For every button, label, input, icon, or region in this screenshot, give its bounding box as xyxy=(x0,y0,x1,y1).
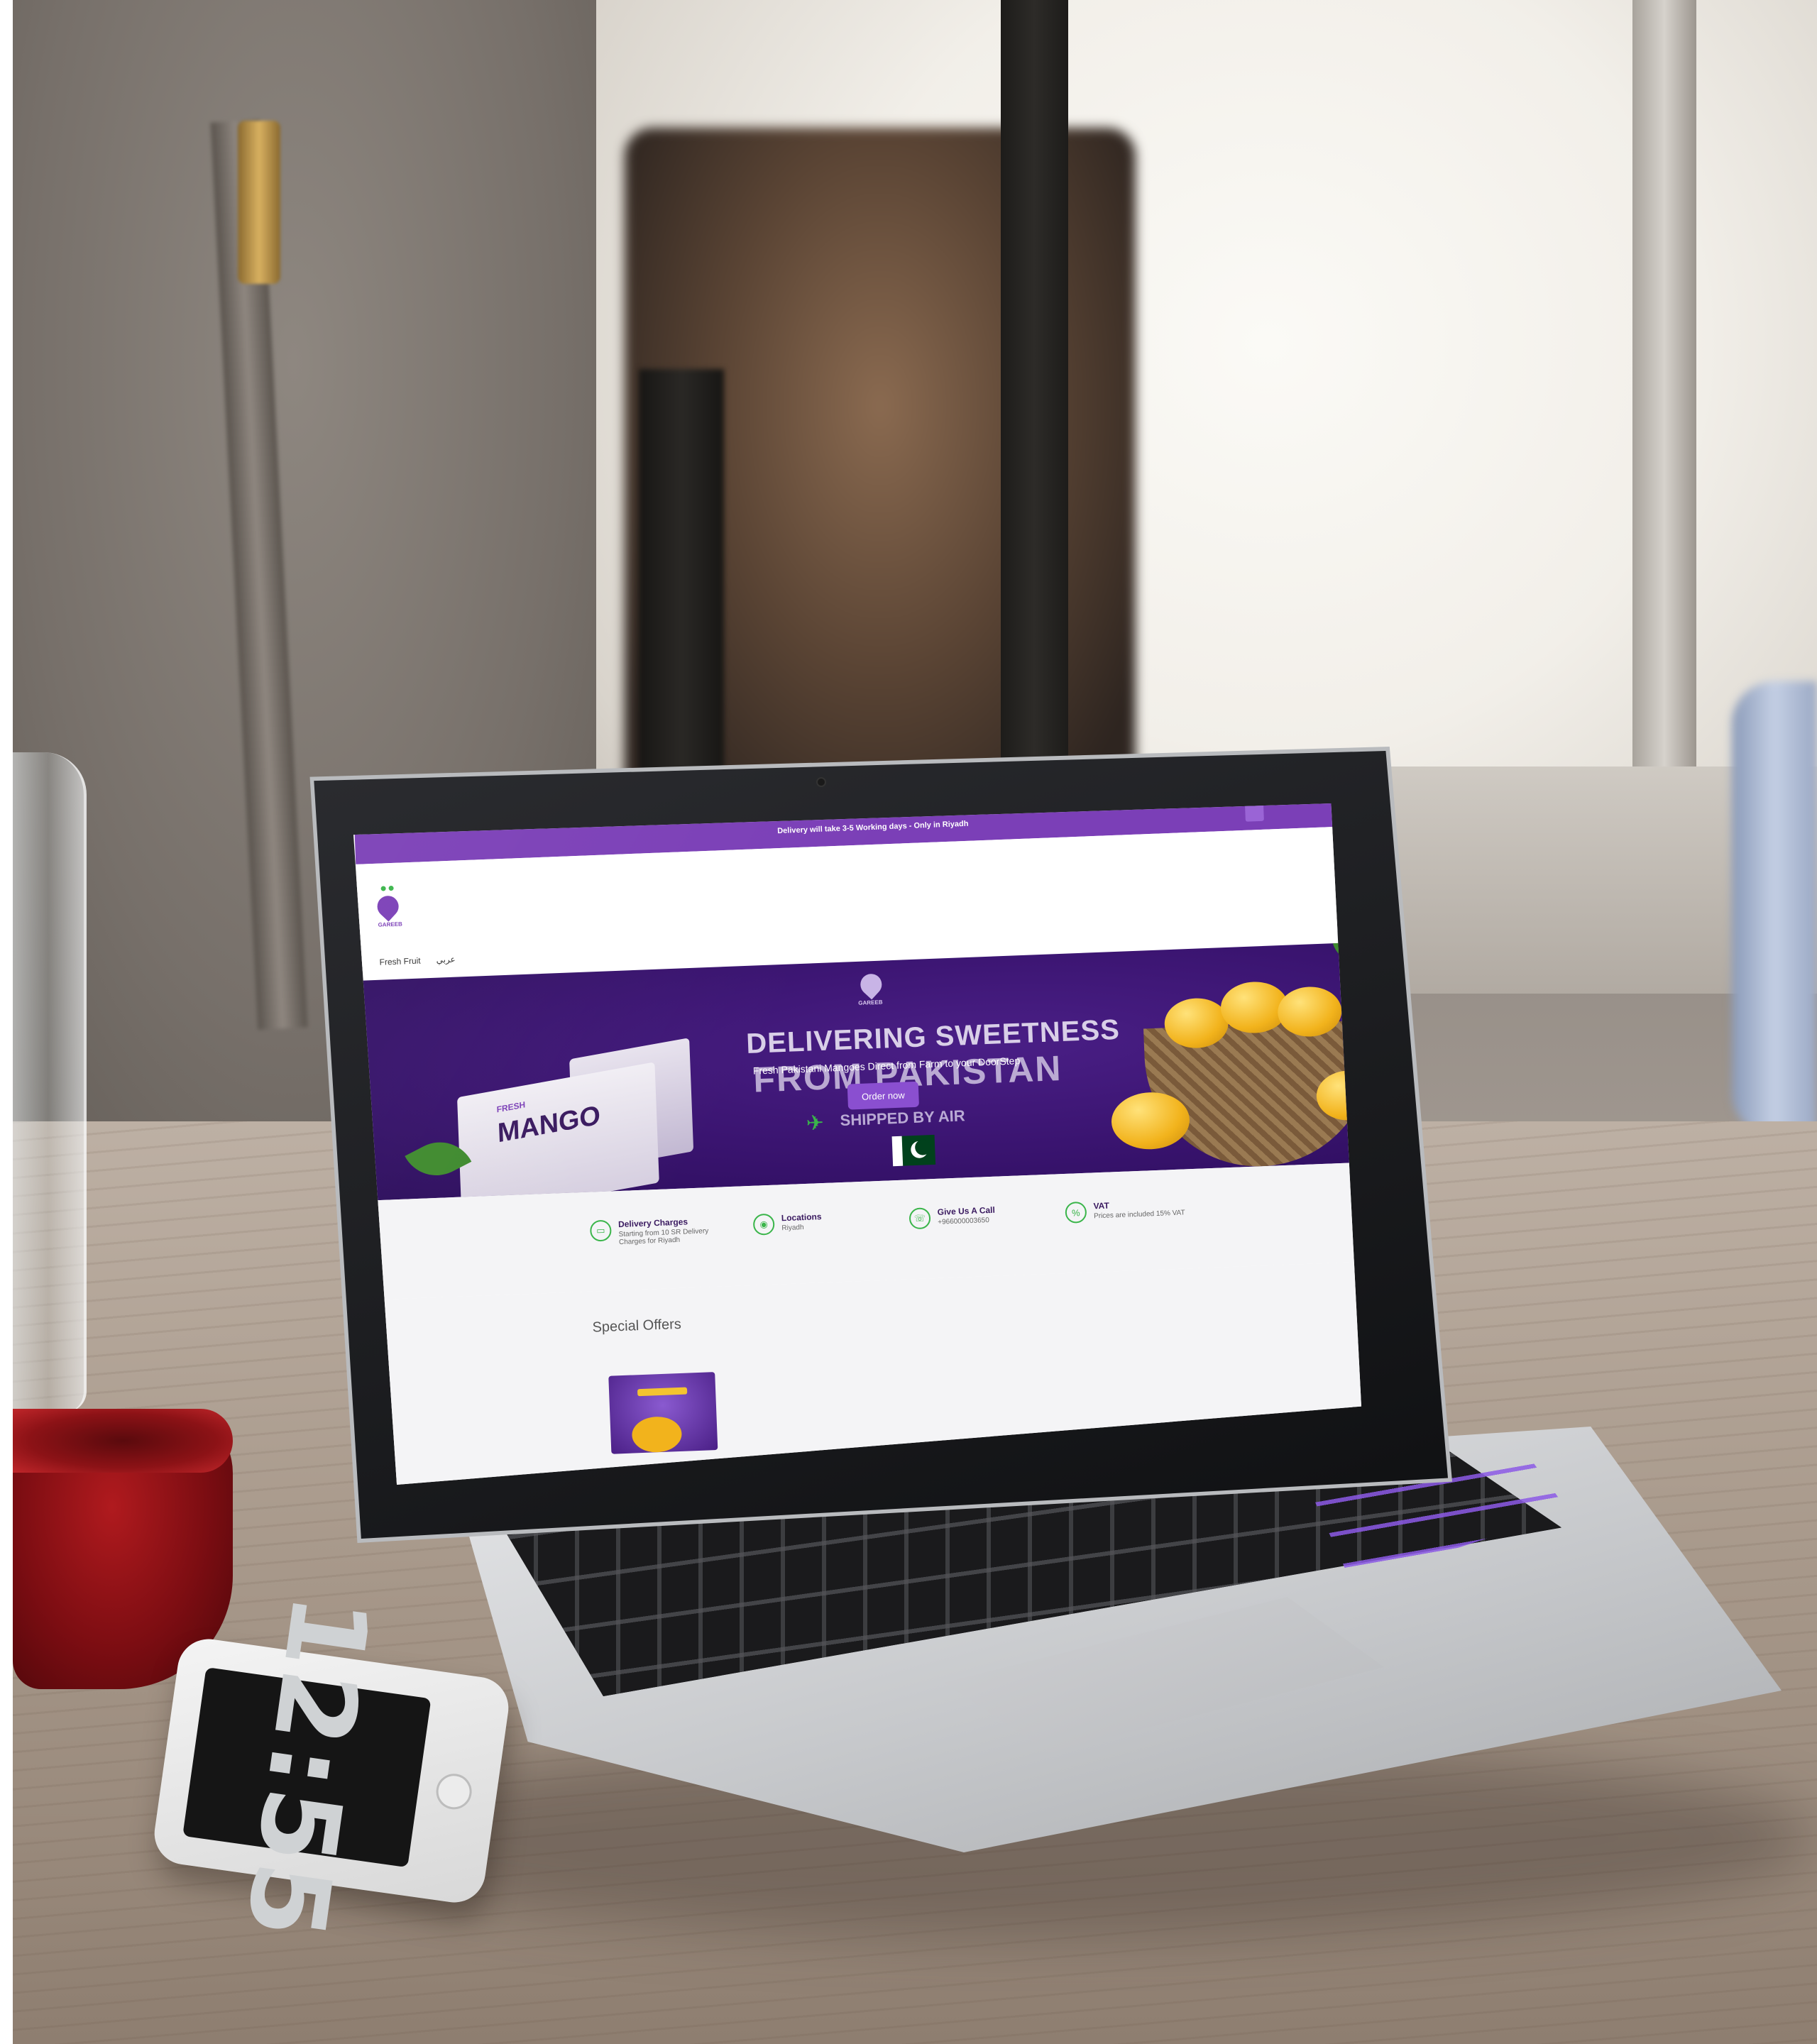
mango-box-brand: FRESH xyxy=(496,1099,526,1115)
location-pin-icon xyxy=(373,891,403,922)
glass-vase xyxy=(13,752,87,1412)
shipped-by-air-label: SHIPPED BY AIR xyxy=(840,1106,966,1129)
mango-box: FRESH MANGO xyxy=(457,1062,659,1201)
feature-title: Give Us A Call xyxy=(937,1204,996,1217)
hero-logo-text: GAREEB xyxy=(858,999,883,1006)
logo-dot xyxy=(380,886,386,891)
nav-item-fresh-fruit[interactable]: Fresh Fruit xyxy=(379,956,421,967)
flag-crescent-cut xyxy=(914,1139,931,1155)
nav-item-language[interactable]: عربي xyxy=(436,955,456,965)
pakistan-flag-icon xyxy=(891,1134,936,1167)
offer-card[interactable] xyxy=(608,1372,718,1454)
feature-desc: Riyadh xyxy=(781,1224,804,1233)
site-logo[interactable]: GAREEB xyxy=(373,885,409,936)
announcement-close-button[interactable] xyxy=(1244,803,1264,822)
image-border xyxy=(0,0,13,2044)
feature-vat: % VAT Prices are included 15% VAT xyxy=(1065,1197,1185,1224)
wall-tool-handle xyxy=(238,121,280,284)
feature-desc: +966000003650 xyxy=(938,1216,990,1226)
window-frame xyxy=(1001,0,1068,795)
truck-icon: ▭ xyxy=(589,1219,612,1242)
feature-desc: Prices are included 15% VAT xyxy=(1093,1209,1185,1221)
curtain xyxy=(1732,681,1817,1136)
special-offers-title: Special Offers xyxy=(592,1316,682,1336)
phone-screen: 12:55 xyxy=(182,1588,432,1947)
laptop-screen: Delivery will take 3-5 Working days - On… xyxy=(353,803,1361,1485)
plane-icon: ✈ xyxy=(806,1111,825,1136)
hero-banner: GAREEB DELIVERING SWEETNESS FROM PAKISTA… xyxy=(360,940,1361,1201)
phone-icon: ☏ xyxy=(908,1207,931,1230)
window-frame-right xyxy=(1632,0,1696,802)
hero-logo: GAREEB xyxy=(856,969,887,1016)
photo-scene: Delivery will take 3-5 Working days - On… xyxy=(0,0,1817,2044)
offer-card-image xyxy=(631,1415,683,1454)
logo-text: GAREEB xyxy=(378,921,402,928)
smartphone: 12:55 xyxy=(150,1588,512,1947)
location-pin-icon xyxy=(856,969,886,1000)
feature-locations: ◉ Locations Riyadh xyxy=(752,1211,823,1236)
location-pin-icon: ◉ xyxy=(752,1213,775,1236)
mango-fruit xyxy=(1110,1091,1191,1151)
offer-card-tag xyxy=(637,1387,688,1397)
feature-title: Locations xyxy=(781,1211,822,1224)
flag-stripe xyxy=(891,1136,904,1167)
feature-desc: Starting from 10 SR Delivery Charges for… xyxy=(618,1227,709,1247)
percent-icon: % xyxy=(1065,1201,1087,1224)
logo-dot xyxy=(388,885,394,891)
feature-delivery: ▭ Delivery Charges Starting from 10 SR D… xyxy=(589,1215,732,1248)
website: Delivery will take 3-5 Working days - On… xyxy=(353,803,1361,1485)
phone-home-button xyxy=(434,1771,474,1812)
red-cup-rim xyxy=(13,1409,233,1473)
order-now-button[interactable]: Order now xyxy=(847,1081,920,1110)
announcement-text: Delivery will take 3-5 Working days - On… xyxy=(777,819,969,836)
feature-call: ☏ Give Us A Call +966000003650 xyxy=(908,1205,995,1230)
webcam xyxy=(816,777,826,787)
